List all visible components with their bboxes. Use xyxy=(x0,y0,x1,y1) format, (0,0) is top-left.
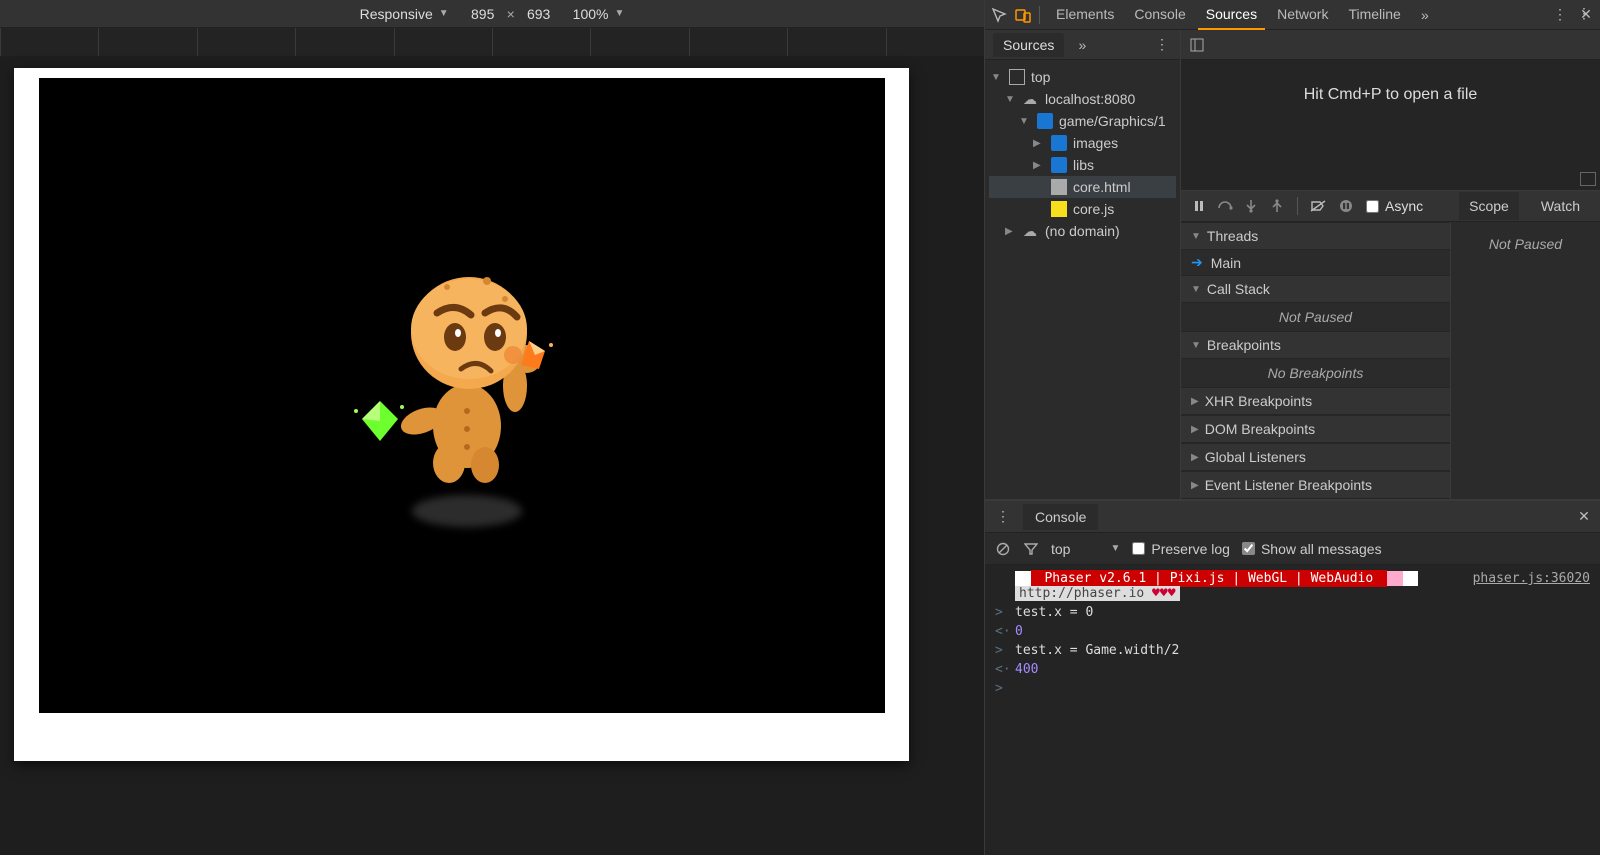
zoom-select[interactable]: 100% ▼ xyxy=(573,6,625,22)
deactivate-breakpoints-icon[interactable] xyxy=(1310,198,1326,214)
navigator-more-icon[interactable] xyxy=(1152,36,1172,53)
dimension-separator: × xyxy=(507,6,515,22)
thread-main[interactable]: ➔Main xyxy=(1181,250,1450,275)
step-out-icon[interactable] xyxy=(1269,198,1285,214)
console-output[interactable]: .. Phaser v2.6.1 | Pixi.js | WebGL | Web… xyxy=(985,565,1600,855)
viewport-dimensions: × xyxy=(463,6,559,22)
breakpoints-body: No Breakpoints xyxy=(1181,359,1450,387)
console-source-link[interactable]: phaser.js:36020 xyxy=(1473,571,1590,586)
eventlistener-breakpoints-header[interactable]: Event Listener Breakpoints xyxy=(1181,471,1450,499)
pause-on-exceptions-icon[interactable] xyxy=(1338,198,1354,214)
viewport-height-input[interactable] xyxy=(519,6,559,22)
console-line: <·400 xyxy=(985,660,1600,679)
device-mode-select[interactable]: Responsive ▼ xyxy=(360,6,449,22)
callstack-body: Not Paused xyxy=(1181,303,1450,331)
scope-body: Not Paused xyxy=(1451,222,1600,499)
console-line: >test.x = 0 xyxy=(985,603,1600,622)
chevron-down-icon: ▼ xyxy=(614,8,624,19)
chevron-down-icon: ▼ xyxy=(1110,543,1120,554)
devtools-tab-console[interactable]: Console xyxy=(1126,0,1193,30)
viewport-width-input[interactable] xyxy=(463,6,503,22)
console-context-select[interactable]: top▼ xyxy=(1051,541,1120,557)
more-tabs-icon[interactable]: » xyxy=(1074,37,1090,53)
game-character xyxy=(327,251,597,541)
sources-subtab[interactable]: Sources xyxy=(993,33,1064,57)
callstack-header[interactable]: Call Stack xyxy=(1181,275,1450,303)
close-drawer-icon[interactable]: ✕ xyxy=(1576,509,1592,525)
inspect-element-icon[interactable] xyxy=(991,7,1007,23)
devtools-tab-elements[interactable]: Elements xyxy=(1048,0,1122,30)
debugger-toolbar: Async Scope Watch xyxy=(1181,190,1600,222)
devtools-tab-sources[interactable]: Sources xyxy=(1198,0,1265,30)
viewport-area xyxy=(0,56,984,855)
drawer-more-icon[interactable] xyxy=(993,508,1013,525)
console-line: >test.x = Game.width/2 xyxy=(985,641,1600,660)
more-tabs-icon[interactable]: » xyxy=(1417,7,1433,23)
chevron-down-icon: ▼ xyxy=(439,8,449,19)
device-toolbar: Responsive ▼ × 100% ▼ xyxy=(0,0,984,28)
show-navigator-icon[interactable] xyxy=(1189,37,1205,53)
pause-icon[interactable] xyxy=(1191,198,1207,214)
editor-placeholder: Hit Cmd+P to open a file xyxy=(1181,60,1600,190)
tree-item[interactable]: top xyxy=(989,66,1176,88)
tree-item[interactable]: images xyxy=(989,132,1176,154)
sources-navigator: Sources » top☁localhost:8080game/Graphic… xyxy=(985,30,1181,499)
watch-tab[interactable]: Watch xyxy=(1531,192,1590,220)
devtools-pane: ElementsConsoleSourcesNetworkTimeline » … xyxy=(984,0,1600,855)
filter-icon[interactable] xyxy=(1023,541,1039,557)
devtools-tab-network[interactable]: Network xyxy=(1269,0,1336,30)
console-line: <·0 xyxy=(985,622,1600,641)
global-listeners-header[interactable]: Global Listeners xyxy=(1181,443,1450,471)
file-tree[interactable]: top☁localhost:8080game/Graphics/1imagesl… xyxy=(985,60,1180,248)
tree-item[interactable]: libs xyxy=(989,154,1176,176)
scope-tab[interactable]: Scope xyxy=(1459,192,1519,220)
toggle-drawer-icon[interactable] xyxy=(1580,172,1596,186)
console-banner-line: .. Phaser v2.6.1 | Pixi.js | WebGL | Web… xyxy=(985,569,1600,603)
threads-header[interactable]: Threads xyxy=(1181,222,1450,250)
device-mode-label: Responsive xyxy=(360,6,433,22)
editor-hint: Hit Cmd+P to open a file xyxy=(1304,86,1478,104)
devtools-tab-timeline[interactable]: Timeline xyxy=(1340,0,1408,30)
console-line: > xyxy=(985,679,1600,698)
game-canvas[interactable] xyxy=(39,78,885,713)
console-drawer: Console ✕ top▼ Preserve log Show all mes… xyxy=(985,500,1600,855)
zoom-label: 100% xyxy=(573,6,609,22)
clear-console-icon[interactable] xyxy=(995,541,1011,557)
preserve-log-checkbox[interactable]: Preserve log xyxy=(1132,541,1230,557)
device-bar-more-icon[interactable] xyxy=(1574,5,1594,22)
xhr-breakpoints-header[interactable]: XHR Breakpoints xyxy=(1181,387,1450,415)
tree-item[interactable]: core.html xyxy=(989,176,1176,198)
async-checkbox[interactable]: Async xyxy=(1366,198,1423,214)
console-tab[interactable]: Console xyxy=(1023,504,1098,530)
toggle-device-icon[interactable] xyxy=(1015,7,1031,23)
step-into-icon[interactable] xyxy=(1243,198,1259,214)
tree-item[interactable]: core.js xyxy=(989,198,1176,220)
tree-item[interactable]: ☁localhost:8080 xyxy=(989,88,1176,110)
devtools-toolbar: ElementsConsoleSourcesNetworkTimeline » … xyxy=(985,0,1600,30)
devtools-settings-icon[interactable] xyxy=(1550,6,1570,23)
breakpoints-header[interactable]: Breakpoints xyxy=(1181,331,1450,359)
dom-breakpoints-header[interactable]: DOM Breakpoints xyxy=(1181,415,1450,443)
page-frame xyxy=(14,68,909,761)
debugger-panels: Threads ➔Main Call Stack Not Paused Brea… xyxy=(1181,222,1451,499)
tree-item[interactable]: game/Graphics/1 xyxy=(989,110,1176,132)
tree-item[interactable]: ☁(no domain) xyxy=(989,220,1176,242)
step-over-icon[interactable] xyxy=(1217,198,1233,214)
show-all-messages-checkbox[interactable]: Show all messages xyxy=(1242,541,1382,557)
breakpoint-ruler[interactable] xyxy=(0,28,984,56)
